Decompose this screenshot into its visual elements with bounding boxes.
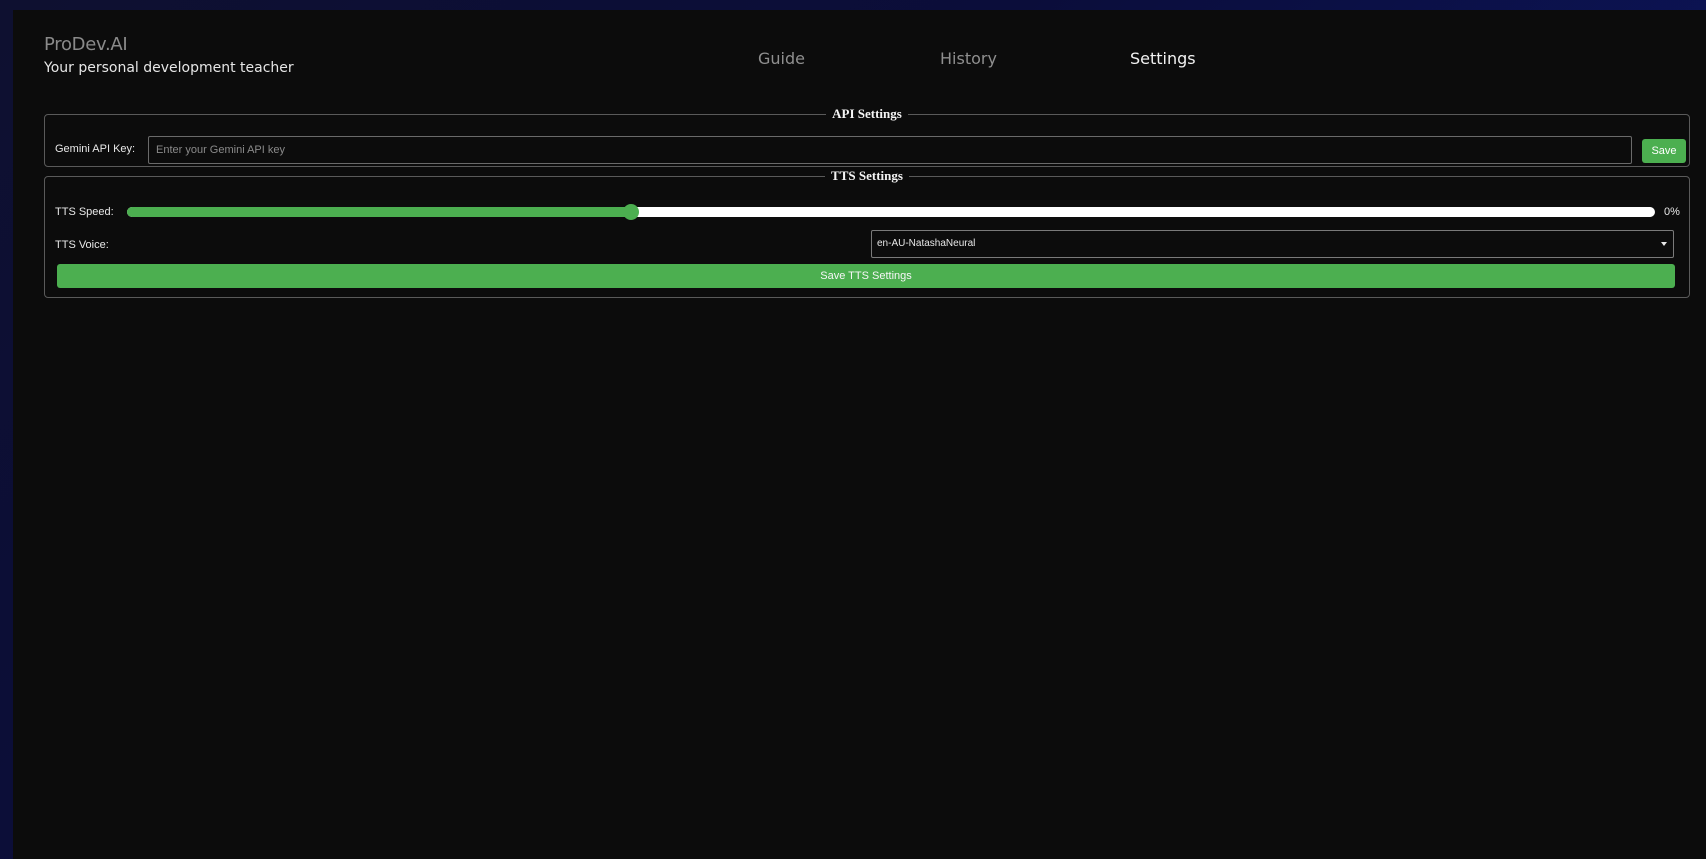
tts-settings-section: TTS Settings TTS Speed: 0% TTS Voice: en…: [44, 168, 1690, 298]
header: ProDev.AI Your personal development teac…: [13, 10, 1706, 110]
tts-settings-legend: TTS Settings: [831, 168, 903, 183]
gemini-api-key-label: Gemini API Key:: [55, 143, 136, 155]
chevron-down-icon: [1661, 242, 1667, 246]
tts-voice-label: TTS Voice:: [55, 239, 109, 251]
save-api-key-button[interactable]: Save: [1642, 139, 1686, 163]
tts-voice-select[interactable]: en-AU-NatashaNeural: [871, 230, 1674, 258]
nav-tab-guide[interactable]: Guide: [758, 49, 805, 68]
tts-speed-slider-fill: [127, 207, 632, 217]
tts-speed-value: 0%: [1664, 206, 1680, 218]
api-settings-section: API Settings Gemini API Key: Save: [44, 106, 1690, 167]
nav-tab-settings[interactable]: Settings: [1130, 49, 1196, 68]
api-settings-legend: API Settings: [832, 106, 902, 121]
tts-speed-slider[interactable]: [127, 204, 1655, 220]
save-tts-settings-button[interactable]: Save TTS Settings: [57, 264, 1675, 288]
nav-tab-history[interactable]: History: [940, 49, 997, 68]
brand-title: ProDev.AI: [44, 34, 128, 55]
tts-speed-slider-thumb[interactable]: [623, 204, 640, 220]
brand-subtitle: Your personal development teacher: [44, 60, 294, 76]
tts-voice-selected-value: en-AU-NatashaNeural: [877, 238, 976, 249]
tts-speed-label: TTS Speed:: [55, 206, 114, 218]
gemini-api-key-input[interactable]: [148, 136, 1632, 164]
app-window: ProDev.AI Your personal development teac…: [13, 10, 1706, 859]
